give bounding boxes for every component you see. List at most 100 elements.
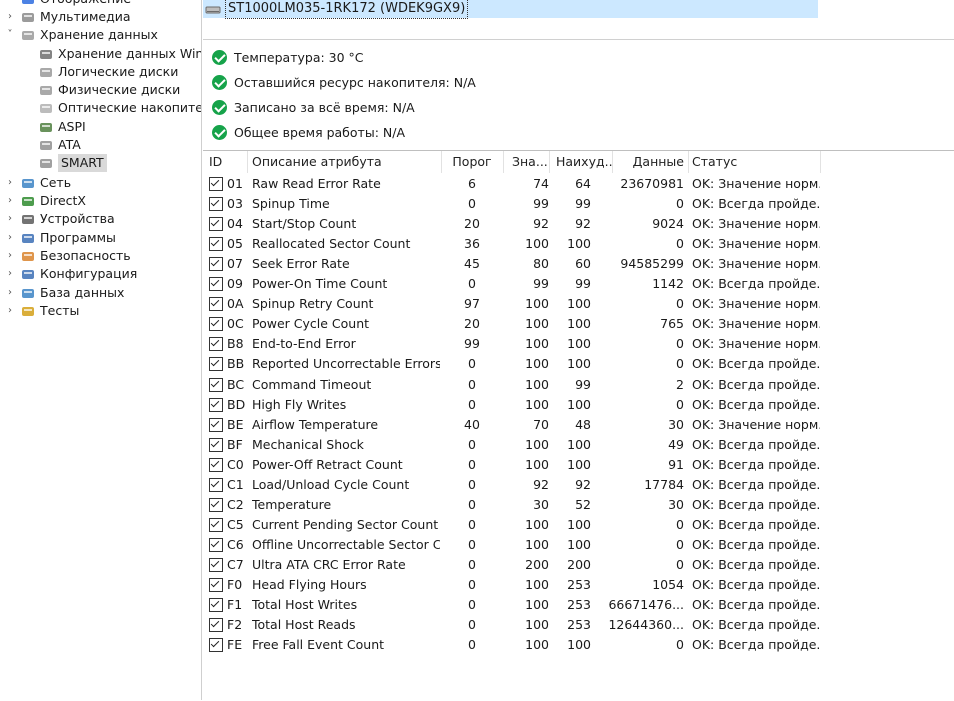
table-row[interactable]: BD High Fly Writes 0 100 100 0 OK: Всегда прой…	[203, 395, 954, 415]
tree-item[interactable]: ASPI	[38, 118, 86, 136]
chevron-down-icon[interactable]: ˅	[4, 26, 16, 44]
table-row[interactable]: C7 Ultra ATA CRC Error Rate 0 200 200 0 OK: Вс…	[203, 555, 954, 575]
chevron-right-icon[interactable]: ›	[4, 284, 16, 302]
row-checkbox[interactable]	[209, 337, 223, 352]
table-row[interactable]: F2 Total Host Reads 0 100 253 12644360... OK: …	[203, 615, 954, 635]
chevron-right-icon[interactable]: ›	[4, 192, 16, 210]
row-checkbox[interactable]	[209, 557, 223, 572]
chevron-right-icon[interactable]: ›	[4, 247, 16, 265]
row-checkbox[interactable]	[209, 317, 223, 332]
row-checkbox[interactable]	[209, 357, 223, 372]
attribute-worst: 99	[575, 376, 591, 392]
chevron-right-icon[interactable]: ›	[4, 229, 16, 247]
table-row[interactable]: BB Reported Uncorrectable Errors 0 100 100 0 O…	[203, 354, 954, 374]
attribute-value: 200	[525, 556, 549, 572]
chevron-right-icon[interactable]: ›	[4, 8, 16, 26]
table-row[interactable]: B8 End-to-End Error 99 100 100 0 OK: Значение …	[203, 334, 954, 354]
table-row[interactable]: BF Mechanical Shock 0 100 100 49 OK: Всегда пр…	[203, 435, 954, 455]
chevron-right-icon[interactable]: ›	[4, 265, 16, 283]
table-row[interactable]: F1 Total Host Writes 0 100 253 66671476... OK:…	[203, 595, 954, 615]
column-header-id[interactable]: ID	[209, 151, 247, 173]
tree-item[interactable]: › Конфигурация	[4, 265, 137, 283]
tree-item[interactable]: › Мультимедиа	[4, 8, 131, 26]
table-row[interactable]: C5 Current Pending Sector Count 0 100 100 0 OK…	[203, 515, 954, 535]
tree-item[interactable]: ˅ Хранение данных	[4, 26, 158, 44]
tree-item[interactable]: Логические диски	[38, 63, 178, 81]
column-divider[interactable]	[820, 151, 821, 173]
row-checkbox[interactable]	[209, 277, 223, 292]
column-divider[interactable]	[549, 151, 550, 173]
column-divider[interactable]	[688, 151, 689, 173]
tree-item[interactable]: › Устройства	[4, 210, 115, 228]
column-header-description[interactable]: Описание атрибута	[252, 151, 440, 173]
tree-item[interactable]: Оптические накопители	[38, 99, 201, 117]
table-row[interactable]: C2 Temperature 0 30 52 30 OK: Всегда пройде...	[203, 495, 954, 515]
table-row[interactable]: C0 Power-Off Retract Count 0 100 100 91 OK: Вс…	[203, 455, 954, 475]
tree-item[interactable]: › Тесты	[4, 302, 79, 320]
table-row[interactable]: C1 Load/Unload Cycle Count 0 92 92 17784 OK: В…	[203, 475, 954, 495]
column-divider[interactable]	[247, 151, 248, 173]
row-checkbox[interactable]	[209, 397, 223, 412]
attribute-worst: 100	[567, 236, 591, 252]
chevron-right-icon[interactable]: ›	[4, 302, 16, 320]
attribute-data: 0	[676, 536, 684, 552]
row-checkbox[interactable]	[209, 497, 223, 512]
chevron-right-icon[interactable]: ›	[4, 174, 16, 192]
table-row[interactable]: BE Airflow Temperature 40 70 48 30 OK: Значени…	[203, 415, 954, 435]
attribute-id: C5	[227, 516, 244, 532]
tree-item[interactable]: › Программы	[4, 229, 116, 247]
row-checkbox[interactable]	[209, 598, 223, 613]
tree-item[interactable]: › Безопасность	[4, 247, 131, 265]
table-row[interactable]: C6 Offline Uncorrectable Sector C... 0 100 1…	[203, 535, 954, 555]
row-checkbox[interactable]	[209, 578, 223, 592]
row-checkbox[interactable]	[209, 217, 223, 232]
table-row[interactable]: BC Command Timeout 0 100 99 2 OK: Всегда пройд…	[203, 375, 954, 395]
row-checkbox[interactable]	[209, 537, 223, 552]
attribute-threshold: 20	[464, 216, 480, 232]
row-checkbox[interactable]	[209, 197, 223, 212]
table-row[interactable]: 09 Power-On Time Count 0 99 99 1142 OK: Всегда…	[203, 274, 954, 294]
tree-item[interactable]: SMART	[38, 154, 107, 172]
table-row[interactable]: 04 Start/Stop Count 20 92 92 9024 OK: Значение…	[203, 214, 954, 234]
tree-item[interactable]: ATA	[38, 136, 81, 154]
chevron-right-icon[interactable]: ›	[4, 210, 16, 228]
column-divider[interactable]	[503, 151, 504, 173]
tree-item[interactable]: Физические диски	[38, 81, 180, 99]
tree-item-label: Логические диски	[58, 64, 179, 79]
column-header-threshold[interactable]: Порог	[443, 151, 501, 173]
tree-item[interactable]: › База данных	[4, 284, 124, 302]
tree-item[interactable]: Хранение данных Windows	[38, 45, 201, 63]
row-checkbox[interactable]	[209, 477, 223, 492]
row-checkbox[interactable]	[209, 437, 223, 452]
tree-item[interactable]: Отображение	[4, 0, 131, 8]
column-header-status[interactable]: Статус	[692, 151, 820, 173]
table-row[interactable]: 07 Seek Error Rate 45 80 60 94585299 OK: Значе…	[203, 254, 954, 274]
row-checkbox[interactable]	[209, 417, 223, 432]
row-checkbox[interactable]	[209, 257, 223, 272]
row-checkbox[interactable]	[209, 618, 223, 633]
attribute-description: Total Host Writes	[252, 597, 358, 613]
table-row[interactable]: 01 Raw Read Error Rate 6 74 64 23670981 OK: Зн…	[203, 174, 954, 194]
table-row[interactable]: 0C Power Cycle Count 20 100 100 765 OK: Значен…	[203, 314, 954, 334]
table-row[interactable]: 05 Reallocated Sector Count 36 100 100 0 OK: З…	[203, 234, 954, 254]
row-checkbox[interactable]	[209, 237, 223, 252]
table-row[interactable]: 03 Spinup Time 0 99 99 0 OK: Всегда пройде...	[203, 194, 954, 214]
attribute-threshold: 0	[468, 496, 476, 512]
tree-item[interactable]: › DirectX	[4, 192, 86, 210]
tree-item[interactable]: › Сеть	[4, 174, 71, 192]
column-divider[interactable]	[441, 151, 442, 173]
table-row[interactable]: 0A Spinup Retry Count 97 100 100 0 OK: Значени…	[203, 294, 954, 314]
row-checkbox[interactable]	[209, 377, 223, 392]
row-checkbox[interactable]	[209, 517, 223, 532]
row-checkbox[interactable]	[209, 457, 223, 472]
row-checkbox[interactable]	[209, 638, 223, 653]
table-row[interactable]: FE Free Fall Event Count 0 100 100 0 OK: Всегд…	[203, 635, 954, 655]
device-item[interactable]: ST1000LM035-1RK172 (WDEK9GX9)	[205, 0, 469, 19]
column-header-worst[interactable]: Наихуд...	[556, 151, 612, 173]
row-checkbox[interactable]	[209, 177, 223, 191]
column-header-value[interactable]: Зна...	[512, 151, 548, 173]
column-divider[interactable]	[612, 151, 613, 173]
column-header-data[interactable]: Данные	[614, 151, 684, 173]
row-checkbox[interactable]	[209, 297, 223, 312]
table-row[interactable]: F0 Head Flying Hours 0 100 253 1054 OK: Всегда…	[203, 575, 954, 595]
